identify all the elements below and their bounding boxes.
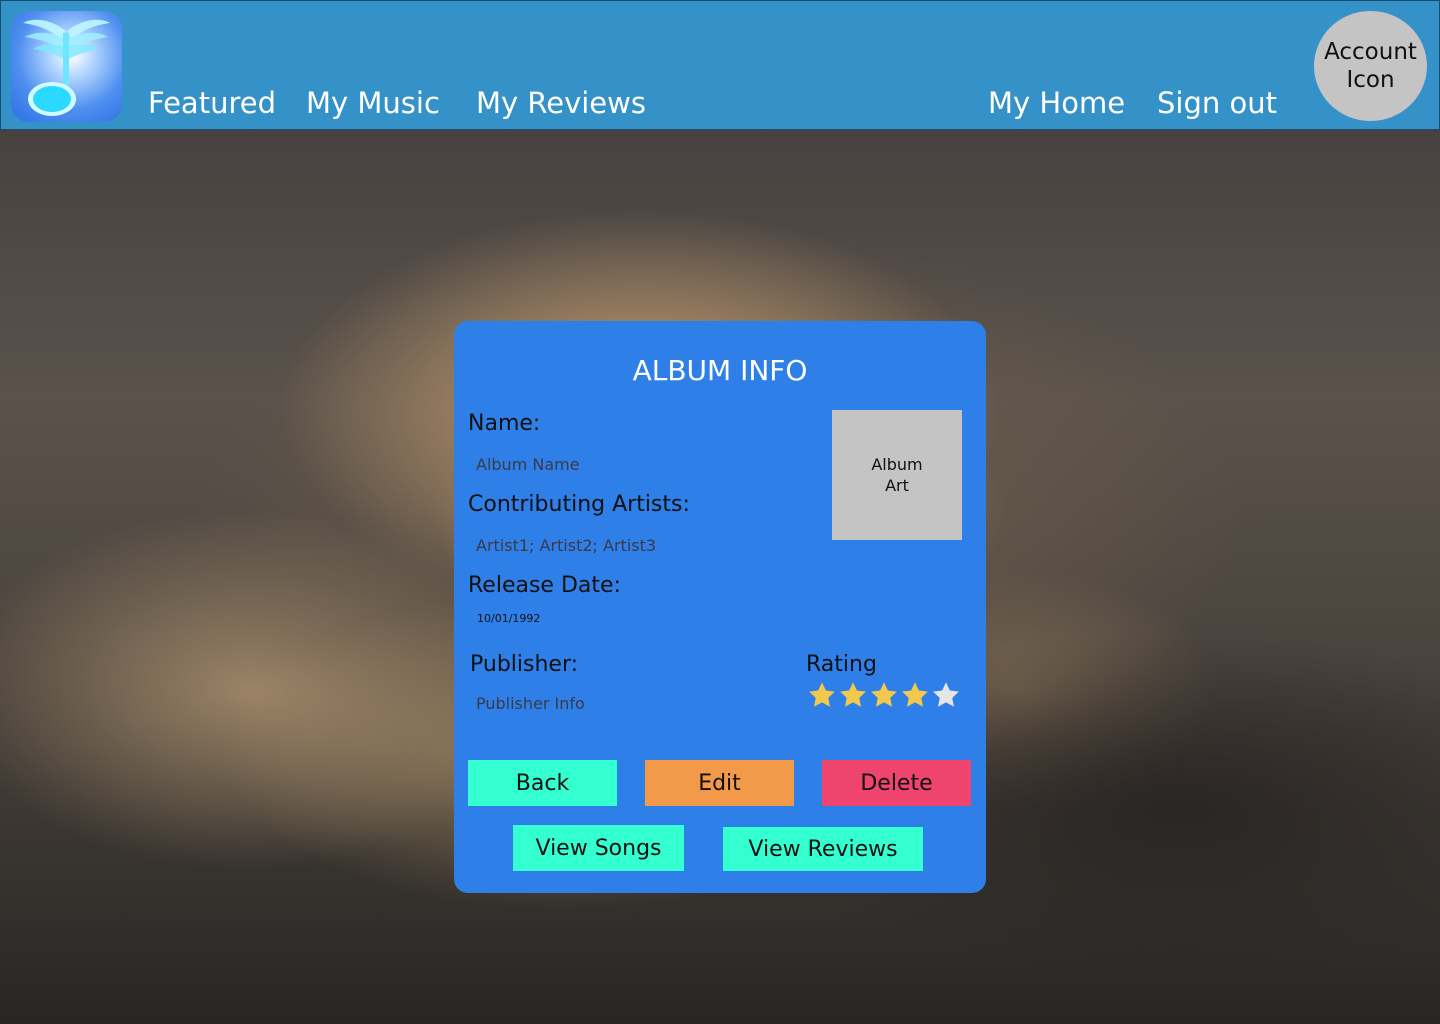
view-reviews-button[interactable]: View Reviews xyxy=(723,827,923,871)
view-songs-button[interactable]: View Songs xyxy=(513,825,684,871)
contributing-artists-value: Artist1; Artist2; Artist3 xyxy=(476,536,657,555)
release-date-value: 10/01/1992 xyxy=(477,612,541,625)
nav-my-music-link[interactable]: My Music xyxy=(306,83,440,123)
album-info-card: ALBUM INFO Name: Album Name Contributing… xyxy=(454,321,986,893)
rating-stars xyxy=(807,680,961,710)
star-filled-icon xyxy=(902,682,928,707)
release-date-label: Release Date: xyxy=(468,573,621,598)
back-button[interactable]: Back xyxy=(468,760,617,806)
account-icon[interactable]: Account Icon xyxy=(1314,11,1427,121)
contributing-artists-label: Contributing Artists: xyxy=(468,492,690,517)
nav-featured-link[interactable]: Featured xyxy=(148,83,276,123)
card-title: ALBUM INFO xyxy=(632,354,808,387)
nav-sign-out-link[interactable]: Sign out xyxy=(1157,83,1277,123)
star-filled-icon xyxy=(871,682,897,707)
publisher-label: Publisher: xyxy=(470,652,579,677)
publisher-value: Publisher Info xyxy=(476,694,585,713)
nav-my-home-link[interactable]: My Home xyxy=(988,83,1125,123)
album-art-image: Album Art xyxy=(832,410,962,540)
logo-graphic xyxy=(23,19,110,116)
edit-button[interactable]: Edit xyxy=(645,760,794,806)
account-icon-label: Account Icon xyxy=(1324,39,1417,93)
nav-my-reviews-link[interactable]: My Reviews xyxy=(476,83,646,123)
star-filled-icon xyxy=(840,682,866,707)
delete-button[interactable]: Delete xyxy=(822,760,971,806)
rating-label: Rating xyxy=(806,652,877,677)
album-art-label: Album Art xyxy=(871,455,923,495)
star-empty-icon xyxy=(933,682,959,707)
name-label: Name: xyxy=(468,411,541,436)
star-filled-icon xyxy=(809,682,835,707)
top-nav-bar: Featured My Music My Reviews My Home Sig… xyxy=(0,0,1440,130)
music-note-logo-icon[interactable] xyxy=(11,11,122,122)
album-name-value: Album Name xyxy=(476,455,580,474)
